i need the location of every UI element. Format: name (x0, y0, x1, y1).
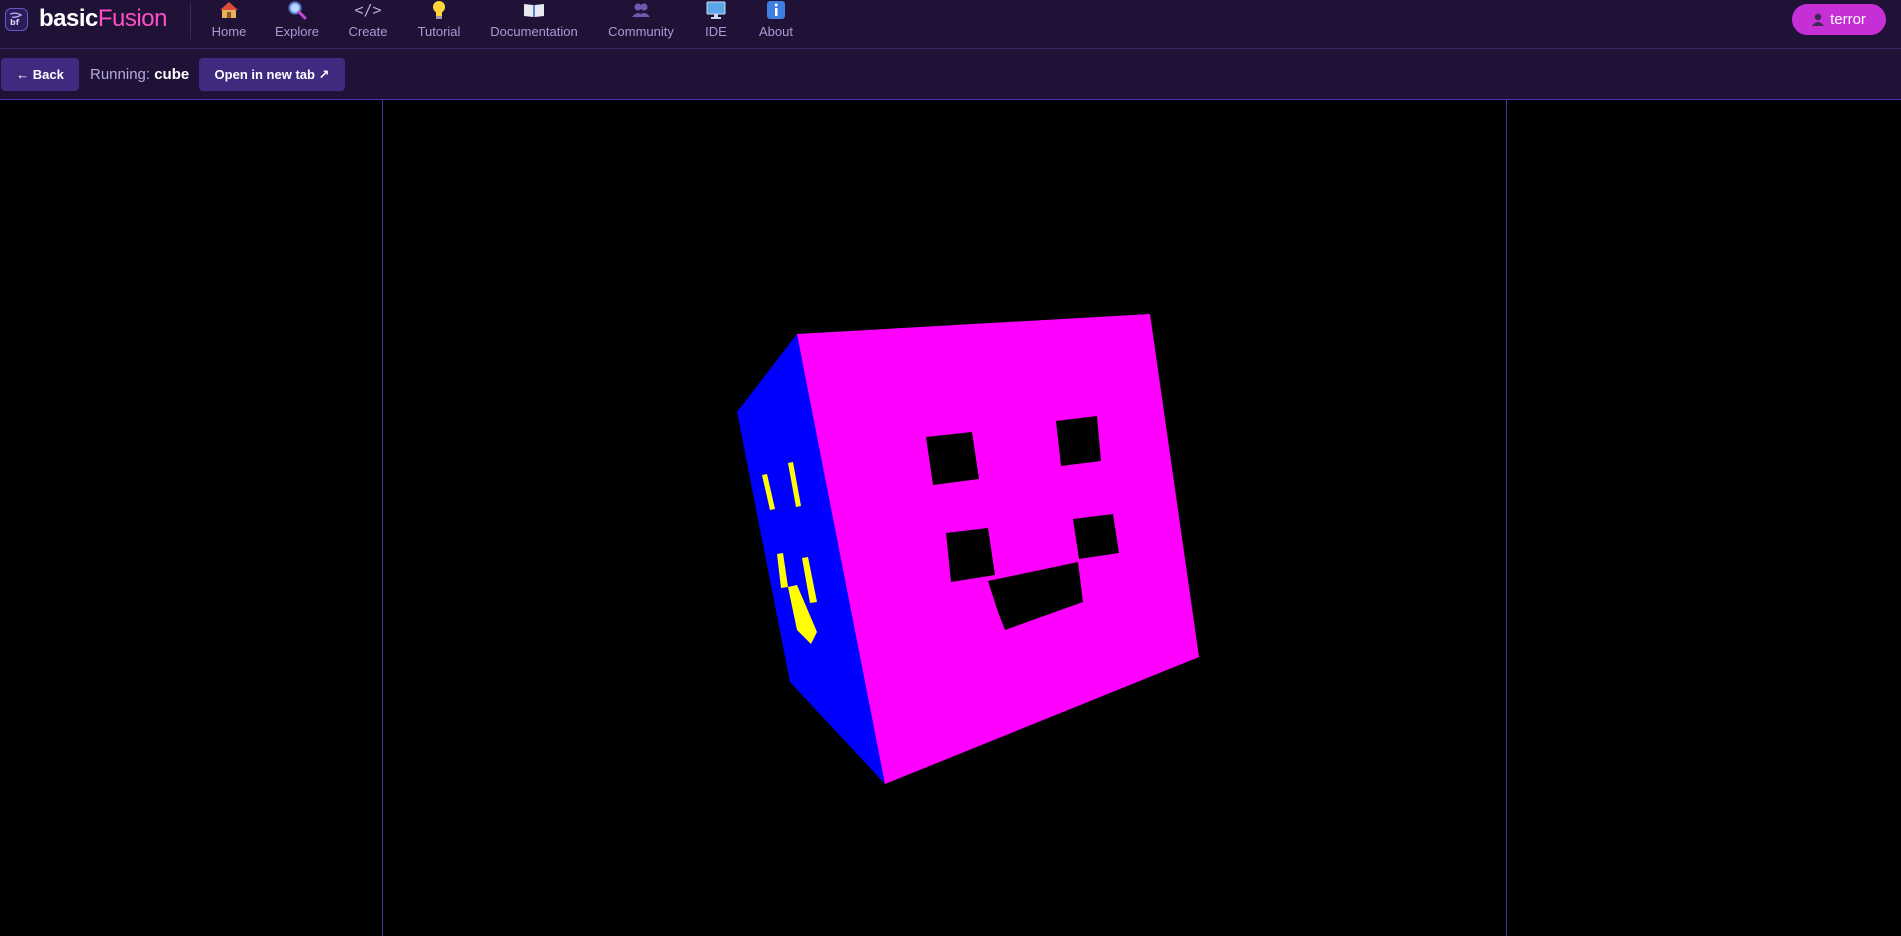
magnifier-icon (284, 0, 310, 20)
cube-eye-right (1056, 416, 1101, 466)
nav-label: Community (608, 24, 674, 39)
house-icon (216, 0, 242, 20)
brand-name-fusion: Fusion (97, 5, 168, 32)
nav-home[interactable]: Home (212, 0, 246, 44)
nav-label: Home (211, 24, 247, 39)
nav-about[interactable]: About (756, 0, 796, 44)
user-icon (1812, 13, 1825, 26)
monitor-icon (703, 0, 729, 20)
cube-mouth-left (946, 528, 995, 582)
nav-label: Create (348, 24, 388, 39)
svg-text:bf: bf (10, 18, 20, 27)
nav-documentation[interactable]: Documentation (489, 0, 579, 44)
cube-render (737, 314, 1199, 784)
program-name: cube (154, 66, 190, 83)
nav-divider (190, 3, 191, 39)
bf-logo-icon: bf (5, 8, 28, 31)
open-in-new-tab-button[interactable]: Open in new tab ↗ (199, 58, 345, 91)
nav-label: IDE (705, 24, 727, 39)
brand-name-basic: basic (39, 5, 98, 32)
book-icon (521, 0, 547, 20)
nav-explore[interactable]: Explore (273, 0, 321, 44)
program-canvas[interactable] (382, 100, 1507, 936)
top-navbar: bf basicFusion Home Explore </> Create T… (0, 0, 1901, 49)
nav-community[interactable]: Community (606, 0, 676, 44)
cube-eye-left (926, 432, 979, 485)
code-icon: </> (354, 1, 382, 19)
nav-create[interactable]: </> Create (346, 0, 390, 44)
run-toolbar: ← Back Running: cube Open in new tab ↗ (0, 49, 1901, 100)
cube-mouth-right (1073, 514, 1119, 559)
info-icon (763, 0, 789, 20)
user-menu-button[interactable]: terror (1792, 4, 1886, 35)
nav-label: Documentation (490, 24, 578, 39)
running-prefix: Running: (90, 66, 151, 83)
program-stage (0, 100, 1901, 936)
nav-label: Tutorial (417, 24, 461, 39)
nav-label: About (759, 24, 793, 39)
back-button[interactable]: ← Back (1, 58, 79, 91)
brand-name: basicFusion (39, 5, 167, 33)
nav-label: Explore (274, 24, 320, 39)
running-status: Running: cube (90, 66, 189, 83)
nav-tutorial[interactable]: Tutorial (415, 0, 463, 44)
lightbulb-icon (426, 0, 452, 20)
nav-ide[interactable]: IDE (704, 0, 728, 44)
people-icon (628, 0, 654, 20)
username: terror (1830, 11, 1866, 28)
